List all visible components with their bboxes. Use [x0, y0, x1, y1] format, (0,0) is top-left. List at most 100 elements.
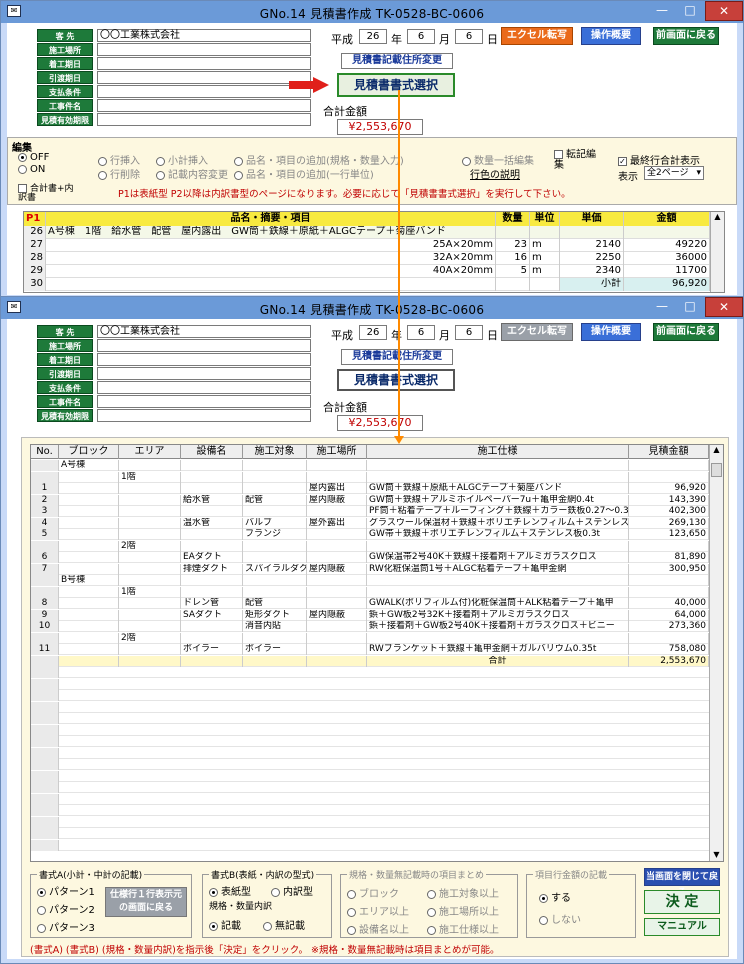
grid2-cell-no[interactable]: 2 — [31, 494, 59, 506]
grid2-cell-place[interactable]: 屋外露出 — [307, 517, 367, 529]
maximize-icon[interactable]: □ — [677, 297, 703, 317]
grid1-cell-qty[interactable]: 5 — [496, 265, 530, 278]
delivery-date-field[interactable] — [97, 71, 311, 84]
day-field[interactable]: 6 — [455, 29, 483, 44]
close-return-button[interactable]: 当画面を閉じて戻る — [644, 868, 720, 898]
grid2-cell-place[interactable] — [307, 540, 367, 552]
label-customer[interactable]: 客 先 — [37, 29, 93, 42]
grid2-cell-no[interactable]: 5 — [31, 529, 59, 540]
grid2-cell-block[interactable] — [59, 483, 119, 494]
label-site[interactable]: 施工場所 — [37, 43, 93, 56]
grid2-cell-place[interactable]: 屋内露出 — [307, 483, 367, 494]
pattern3-radio[interactable]: パターン3 — [37, 919, 95, 934]
grid1-cell-price[interactable]: 2250 — [560, 252, 624, 265]
grid2-cell-spec[interactable]: GW筒＋鉄線＋原紙＋ALGCテープ＋菊座バンド — [367, 483, 629, 494]
grid2-cell-target[interactable]: フランジ — [243, 529, 307, 540]
grid2-cell-area[interactable] — [119, 529, 181, 540]
group-place-radio[interactable]: 施工場所以上 — [427, 903, 499, 918]
grid2-cell-no[interactable] — [31, 460, 59, 471]
grid2-row[interactable]: 4 温水管 バルブ 屋外露出 グラスウール保温材＋鉄線＋ポリエチレンフィルム＋ステンレス… — [31, 517, 709, 529]
grid2-empty-row[interactable] — [31, 805, 709, 816]
start-date-field[interactable] — [97, 57, 311, 70]
grid2-cell-area[interactable] — [119, 644, 181, 655]
grid2-row[interactable]: B号棟 — [31, 575, 709, 586]
excel-export-button[interactable]: エクセル転写 — [501, 27, 573, 45]
grid2-cell-equip[interactable] — [181, 621, 243, 632]
add-item-spec-radio[interactable]: 品名・項目の追加(規格・数量入力) — [234, 152, 404, 167]
grid2-cell-target[interactable]: 消音内貼 — [243, 621, 307, 632]
grid2-row[interactable]: 2 給水管 配管 屋内隠蔽 GW筒＋鉄線＋アルミホイルペーパー7u＋亀甲金網0.4t 14… — [31, 494, 709, 506]
grid2-cell-equip[interactable] — [181, 471, 243, 483]
grid2-cell-spec[interactable] — [367, 540, 629, 552]
grid2-row[interactable]: 6 EAダクト GW保温帯2号40K＋鉄線＋接着剤＋アルミガラスクロス 81,890 — [31, 552, 709, 563]
grid2-cell-place[interactable]: 屋内隠蔽 — [307, 494, 367, 506]
grid2-cell-block[interactable] — [59, 517, 119, 529]
grid2-cell-amount[interactable] — [629, 575, 709, 586]
grid1-cell-amount[interactable] — [624, 226, 710, 239]
grid2-cell-target[interactable] — [243, 471, 307, 483]
grid2-cell-equip[interactable]: ドレン管 — [181, 598, 243, 609]
grid1-cell-item[interactable]: 32A×20mm — [46, 252, 496, 265]
customer-field[interactable]: 〇〇工業株式会社 — [97, 29, 311, 42]
grid2-row[interactable]: 合計 2,553,670 — [31, 655, 709, 667]
back-button[interactable]: 前画面に戻る — [653, 27, 719, 45]
spec-off-radio[interactable]: 無記載 — [263, 917, 305, 932]
grid2-cell-block[interactable] — [59, 529, 119, 540]
label-project[interactable]: 工事件名 — [37, 395, 93, 408]
bulk-qty-radio[interactable]: 数量一括編集 — [462, 152, 534, 167]
grid2-empty-row[interactable] — [31, 839, 709, 851]
grid2-cell-no[interactable] — [31, 586, 59, 598]
grid2-row[interactable]: 1階 — [31, 586, 709, 598]
grid2-cell-block[interactable] — [59, 471, 119, 483]
grid1-cell-unit[interactable]: m — [530, 252, 560, 265]
grid1-cell-unit[interactable] — [530, 278, 560, 291]
label-payment[interactable]: 支払条件 — [37, 85, 93, 98]
grid2-cell-area[interactable]: 1階 — [119, 471, 181, 483]
grid2-cell-no[interactable] — [31, 540, 59, 552]
label-customer[interactable]: 客 先 — [37, 325, 93, 338]
grid2-cell-spec[interactable] — [367, 586, 629, 598]
grid2-cell-spec[interactable] — [367, 632, 629, 644]
site-field[interactable] — [97, 339, 311, 352]
grid2-cell-target[interactable]: 配管 — [243, 494, 307, 506]
grid2-cell-area[interactable] — [119, 460, 181, 471]
grid2-cell-block[interactable] — [59, 540, 119, 552]
year-field[interactable]: 26 — [359, 29, 387, 44]
grid2-cell-place[interactable] — [307, 621, 367, 632]
grid2-cell-target[interactable]: バルブ — [243, 517, 307, 529]
grid2-empty-row[interactable] — [31, 747, 709, 759]
grid1-row[interactable]: 28 32A×20mm 16 m 2250 36000 — [24, 252, 710, 265]
grid1-cell-item[interactable]: 40A×20mm — [46, 265, 496, 278]
grid2-cell-amount[interactable]: 402,300 — [629, 506, 709, 517]
grid2-cell-target[interactable]: 矩形ダクト — [243, 609, 307, 621]
label-site[interactable]: 施工場所 — [37, 339, 93, 352]
grid2-cell-spec[interactable]: RWブランケット＋鉄線＋亀甲金網＋ガルバリウム0.35t — [367, 644, 629, 655]
help-button[interactable]: 操作概要 — [581, 27, 641, 45]
combine-check[interactable]: 合計書+内訳書 — [18, 184, 78, 203]
grid2-cell-equip[interactable]: 温水管 — [181, 517, 243, 529]
grid2-cell-area[interactable] — [119, 655, 181, 667]
site-field[interactable] — [97, 43, 311, 56]
grid2-cell-amount[interactable] — [629, 460, 709, 471]
amount-yes-radio[interactable]: する — [539, 889, 571, 904]
grid2-empty-row[interactable] — [31, 759, 709, 770]
project-field[interactable] — [97, 99, 311, 112]
grid2-cell-spec[interactable]: GW帯＋鉄線＋ポリエチレンフィルム＋ステンレス板0.3t — [367, 529, 629, 540]
grid1-cell-price[interactable]: 2340 — [560, 265, 624, 278]
grid2-row[interactable]: 8 ドレン管 配管 GWALK(ポリフィルム付)化粧保温筒＋ALK粘着テープ＋亀甲 40… — [31, 598, 709, 609]
group-spec-radio[interactable]: 施工仕様以上 — [427, 921, 499, 936]
grid2-empty-row[interactable] — [31, 724, 709, 736]
estimate-grid-p1[interactable]: P1 品名・摘要・項目 数量 単位 単価 金額 ▲ 26 A号棟 1階 給水管 配… — [23, 211, 725, 293]
grid2-empty-row[interactable] — [31, 701, 709, 713]
grid2-row[interactable]: 5 フランジ GW帯＋鉄線＋ポリエチレンフィルム＋ステンレス板0.3t 123,650 — [31, 529, 709, 540]
scroll-down-icon[interactable]: ▼ — [710, 850, 723, 859]
start-date-field[interactable] — [97, 353, 311, 366]
grid2-empty-row[interactable] — [31, 678, 709, 690]
spec-on-radio[interactable]: 記載 — [209, 917, 241, 932]
grid2-cell-place[interactable] — [307, 506, 367, 517]
grid1-cell-qty[interactable] — [496, 226, 530, 239]
cover-type-radio[interactable]: 表紙型 — [209, 883, 251, 898]
grid2-cell-block[interactable] — [59, 598, 119, 609]
address-change-button[interactable]: 見積書記載住所変更 — [341, 349, 453, 365]
grid2-cell-amount[interactable]: 81,890 — [629, 552, 709, 563]
